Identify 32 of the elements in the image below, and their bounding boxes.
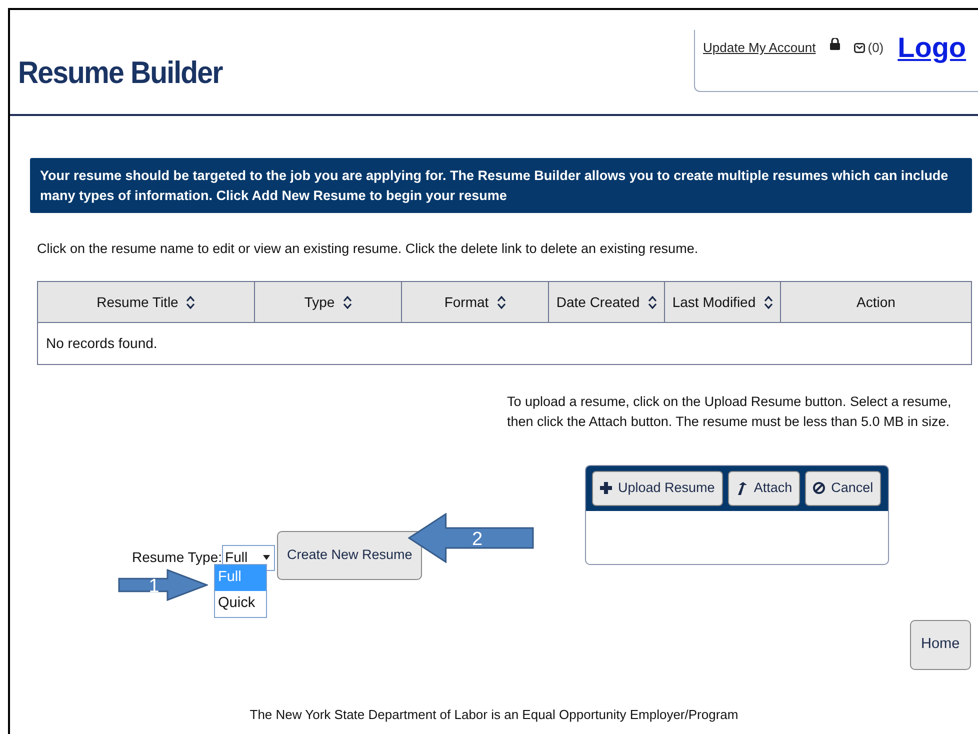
column-header[interactable]: Type [255,282,402,322]
cancel-button[interactable]: Cancel [805,471,882,506]
attach-button[interactable]: Attach [728,471,800,506]
sort-icon [648,296,657,309]
lock-icon [830,38,840,50]
message-count: (0) [868,39,884,57]
instruction-text: Click on the resume name to edit or view an existing resume. Click the delete link to delete an existing resume. [37,240,700,258]
column-header[interactable]: Format [402,282,549,322]
upload-help-text: To upload a resume, click on the Upload Resume button. Select a resume, then click the Attach button. The resume must be less than 5.0 MB in size. [507,393,952,431]
envelope-icon [854,42,865,53]
ban-icon [813,482,826,495]
logout-link[interactable]: Logo [898,34,966,62]
upload-button[interactable]: Upload Resume [592,471,723,506]
sort-icon [342,296,352,309]
resume-type-label: Resume Type: [132,548,222,567]
page-title: Resume Builder [18,54,222,92]
empty-message: No records found. [45,334,158,354]
sort-icon [496,296,506,309]
column-header: Action [856,292,896,312]
plus-icon [600,482,612,495]
column-header[interactable]: Resume Title [38,282,255,322]
home-button[interactable]: Home [910,620,971,670]
sort-icon [764,296,773,309]
info-banner: Your resume should be targeted to the job you are applying for. The Resume Builder allows you to create multiple resumes which can include many types of information. Click Add New Resume to begin your resume [30,158,972,214]
caret-icon [263,555,270,560]
column-header[interactable]: Date Created [549,282,665,322]
sort-icon [186,296,196,309]
dropdown-option[interactable]: Quick [215,591,266,617]
footer-text: The New York State Department of Labor is an Equal Opportunity Employer/Program [248,706,740,724]
annotation-arrow: 1 [118,569,208,602]
update-account-link[interactable]: Update My Account [703,38,816,58]
column-header[interactable]: Last Modified [665,282,781,322]
